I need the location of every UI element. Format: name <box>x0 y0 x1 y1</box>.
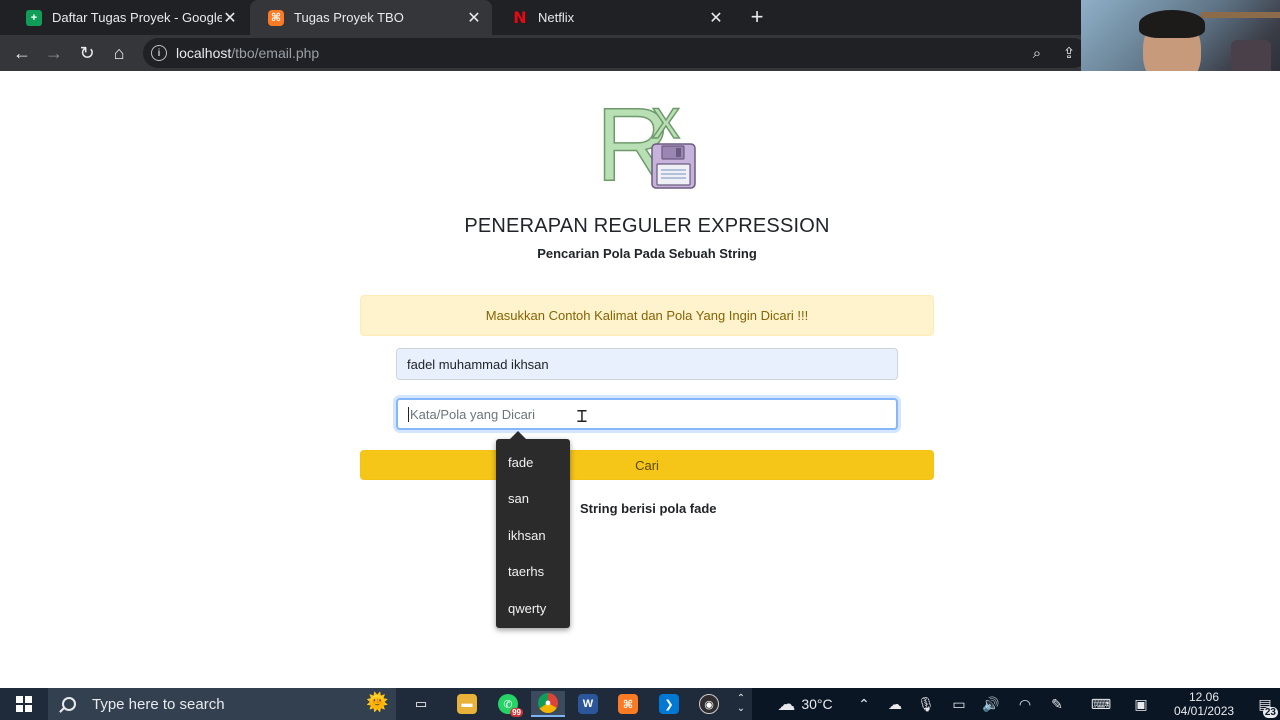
clock-date: 04/01/2023 <box>1174 704 1235 718</box>
close-icon[interactable]: ✕ <box>466 8 482 28</box>
system-tray: ☁ 30°C ⌃ ☁ 🎙 ▭ 🔊 ◠ ✎ ⌨ ▣ 12.06 04/01/202… <box>752 688 1280 720</box>
pattern-input[interactable]: Kata/Pola yang Dicari <box>396 398 898 430</box>
language-icon[interactable]: ▣ <box>1130 688 1152 720</box>
text-caret <box>408 406 409 422</box>
rx-logo: R x <box>596 94 696 192</box>
web-page: R x PENERAPAN REGULER EXPRESSION Pencari… <box>0 71 1280 688</box>
forward-icon[interactable]: → <box>40 39 68 67</box>
suggestion-item[interactable]: ikhsan <box>508 528 546 543</box>
tab-title: Tugas Proyek TBO <box>294 10 404 25</box>
file-explorer-icon[interactable]: ▬ <box>450 691 484 717</box>
tab-title: Netflix <box>538 10 575 25</box>
weather-widget[interactable]: ☁ 30°C <box>770 688 840 720</box>
webcam-shelf <box>1201 12 1280 18</box>
xampp-icon: ⌘ <box>268 9 284 26</box>
chrome-icon[interactable]: ● <box>531 691 565 717</box>
close-icon[interactable]: ✕ <box>222 8 238 28</box>
start-button[interactable] <box>0 688 48 720</box>
tab-title: Daftar Tugas Proyek - Google Sp <box>52 10 222 25</box>
battery-icon[interactable]: ▭ <box>948 688 970 720</box>
close-icon[interactable]: ✕ <box>708 8 724 28</box>
tab-google-sheets[interactable]: + Daftar Tugas Proyek - Google Sp ✕ <box>8 0 248 35</box>
search-highlight-icon: 🌞 <box>366 692 389 712</box>
zoom-icon[interactable]: ⌕ <box>1027 43 1047 63</box>
clock-time: 12.06 <box>1188 690 1220 704</box>
word-icon[interactable]: W <box>571 691 605 717</box>
url-text: localhost/tbo/email.php <box>176 45 319 61</box>
tab-tugas-proyek-tbo[interactable]: ⌘ Tugas Proyek TBO ✕ <box>250 0 492 35</box>
pattern-placeholder: Kata/Pola yang Dicari <box>410 406 536 422</box>
taskbar-scroll-icon[interactable]: ⌃ ⌄ <box>734 688 748 720</box>
suggestion-item[interactable]: taerhs <box>508 564 544 579</box>
site-info-icon[interactable]: i <box>151 45 167 61</box>
task-view-icon[interactable]: ▭ <box>404 691 438 717</box>
screen: + Daftar Tugas Proyek - Google Sp ✕ ⌘ Tu… <box>0 0 1280 720</box>
home-icon[interactable]: ⌂ <box>105 39 133 67</box>
whatsapp-icon[interactable]: ✆ 99 <box>491 691 525 717</box>
logo-letter-x: x <box>652 94 680 150</box>
search-icon <box>62 697 76 711</box>
sentence-input[interactable]: fadel muhammad ikhsan <box>396 348 898 380</box>
vscode-icon[interactable]: ❯ <box>652 691 686 717</box>
weather-temperature: 30°C <box>801 696 833 712</box>
page-subtitle: Pencarian Pola Pada Sebuah String <box>537 246 757 261</box>
microphone-icon[interactable]: 🎙 <box>916 688 936 720</box>
address-bar[interactable]: i localhost/tbo/email.php ⌕ ⇪ <box>143 38 1088 68</box>
google-sheets-icon: + <box>26 9 42 26</box>
pattern-suggestions-dropdown: fade san ikhsan taerhs qwerty <box>496 431 570 628</box>
obs-icon[interactable]: ◉ <box>692 691 726 717</box>
url-host: localhost <box>176 45 232 61</box>
whatsapp-badge: 99 <box>510 708 523 717</box>
xampp-taskbar-icon[interactable]: ⌘ <box>611 691 645 717</box>
result-text: String berisi pola fade <box>580 501 717 516</box>
instruction-alert: Masukkan Contoh Kalimat dan Pola Yang In… <box>360 295 934 336</box>
tab-netflix[interactable]: N Netflix ✕ <box>494 0 734 35</box>
clock[interactable]: 12.06 04/01/2023 <box>1174 690 1234 718</box>
webcam-person-hair <box>1139 10 1205 38</box>
wifi-icon[interactable]: ◠ <box>1014 688 1036 720</box>
volume-icon[interactable]: 🔊 <box>980 688 1002 720</box>
show-hidden-icons[interactable]: ⌃ <box>854 688 874 720</box>
text-cursor-icon: Ꮖ <box>577 407 588 426</box>
page-title: PENERAPAN REGULER EXPRESSION <box>464 215 830 237</box>
suggestion-item[interactable]: san <box>508 491 529 506</box>
share-icon[interactable]: ⇪ <box>1059 43 1079 63</box>
pen-icon[interactable]: ✎ <box>1046 688 1068 720</box>
windows-logo-icon <box>16 696 32 712</box>
cloud-icon: ☁ <box>777 693 796 714</box>
search-button[interactable]: Cari <box>360 450 934 480</box>
taskbar-search-placeholder: Type here to search <box>92 695 225 713</box>
suggestion-item[interactable]: fade <box>508 455 533 470</box>
windows-taskbar: Type here to search 🌞 ▭ ▬ ✆ 99 ● W ⌘ ❯ ◉ … <box>0 688 1280 720</box>
taskbar-search-box[interactable]: Type here to search 🌞 <box>48 688 396 720</box>
onedrive-icon[interactable]: ☁ <box>884 688 906 720</box>
new-tab-button[interactable]: + <box>744 4 770 30</box>
touch-keyboard-icon[interactable]: ⌨ <box>1088 688 1114 720</box>
netflix-icon: N <box>513 8 527 27</box>
notification-center-icon[interactable]: ▤ 23 <box>1250 688 1280 720</box>
notification-count: 23 <box>1262 707 1278 718</box>
floppy-disk-icon <box>651 143 696 189</box>
suggestion-item[interactable]: qwerty <box>508 601 546 616</box>
url-path: /tbo/email.php <box>231 45 320 61</box>
reload-icon[interactable]: ↻ <box>73 39 101 67</box>
back-icon[interactable]: ← <box>8 39 36 67</box>
